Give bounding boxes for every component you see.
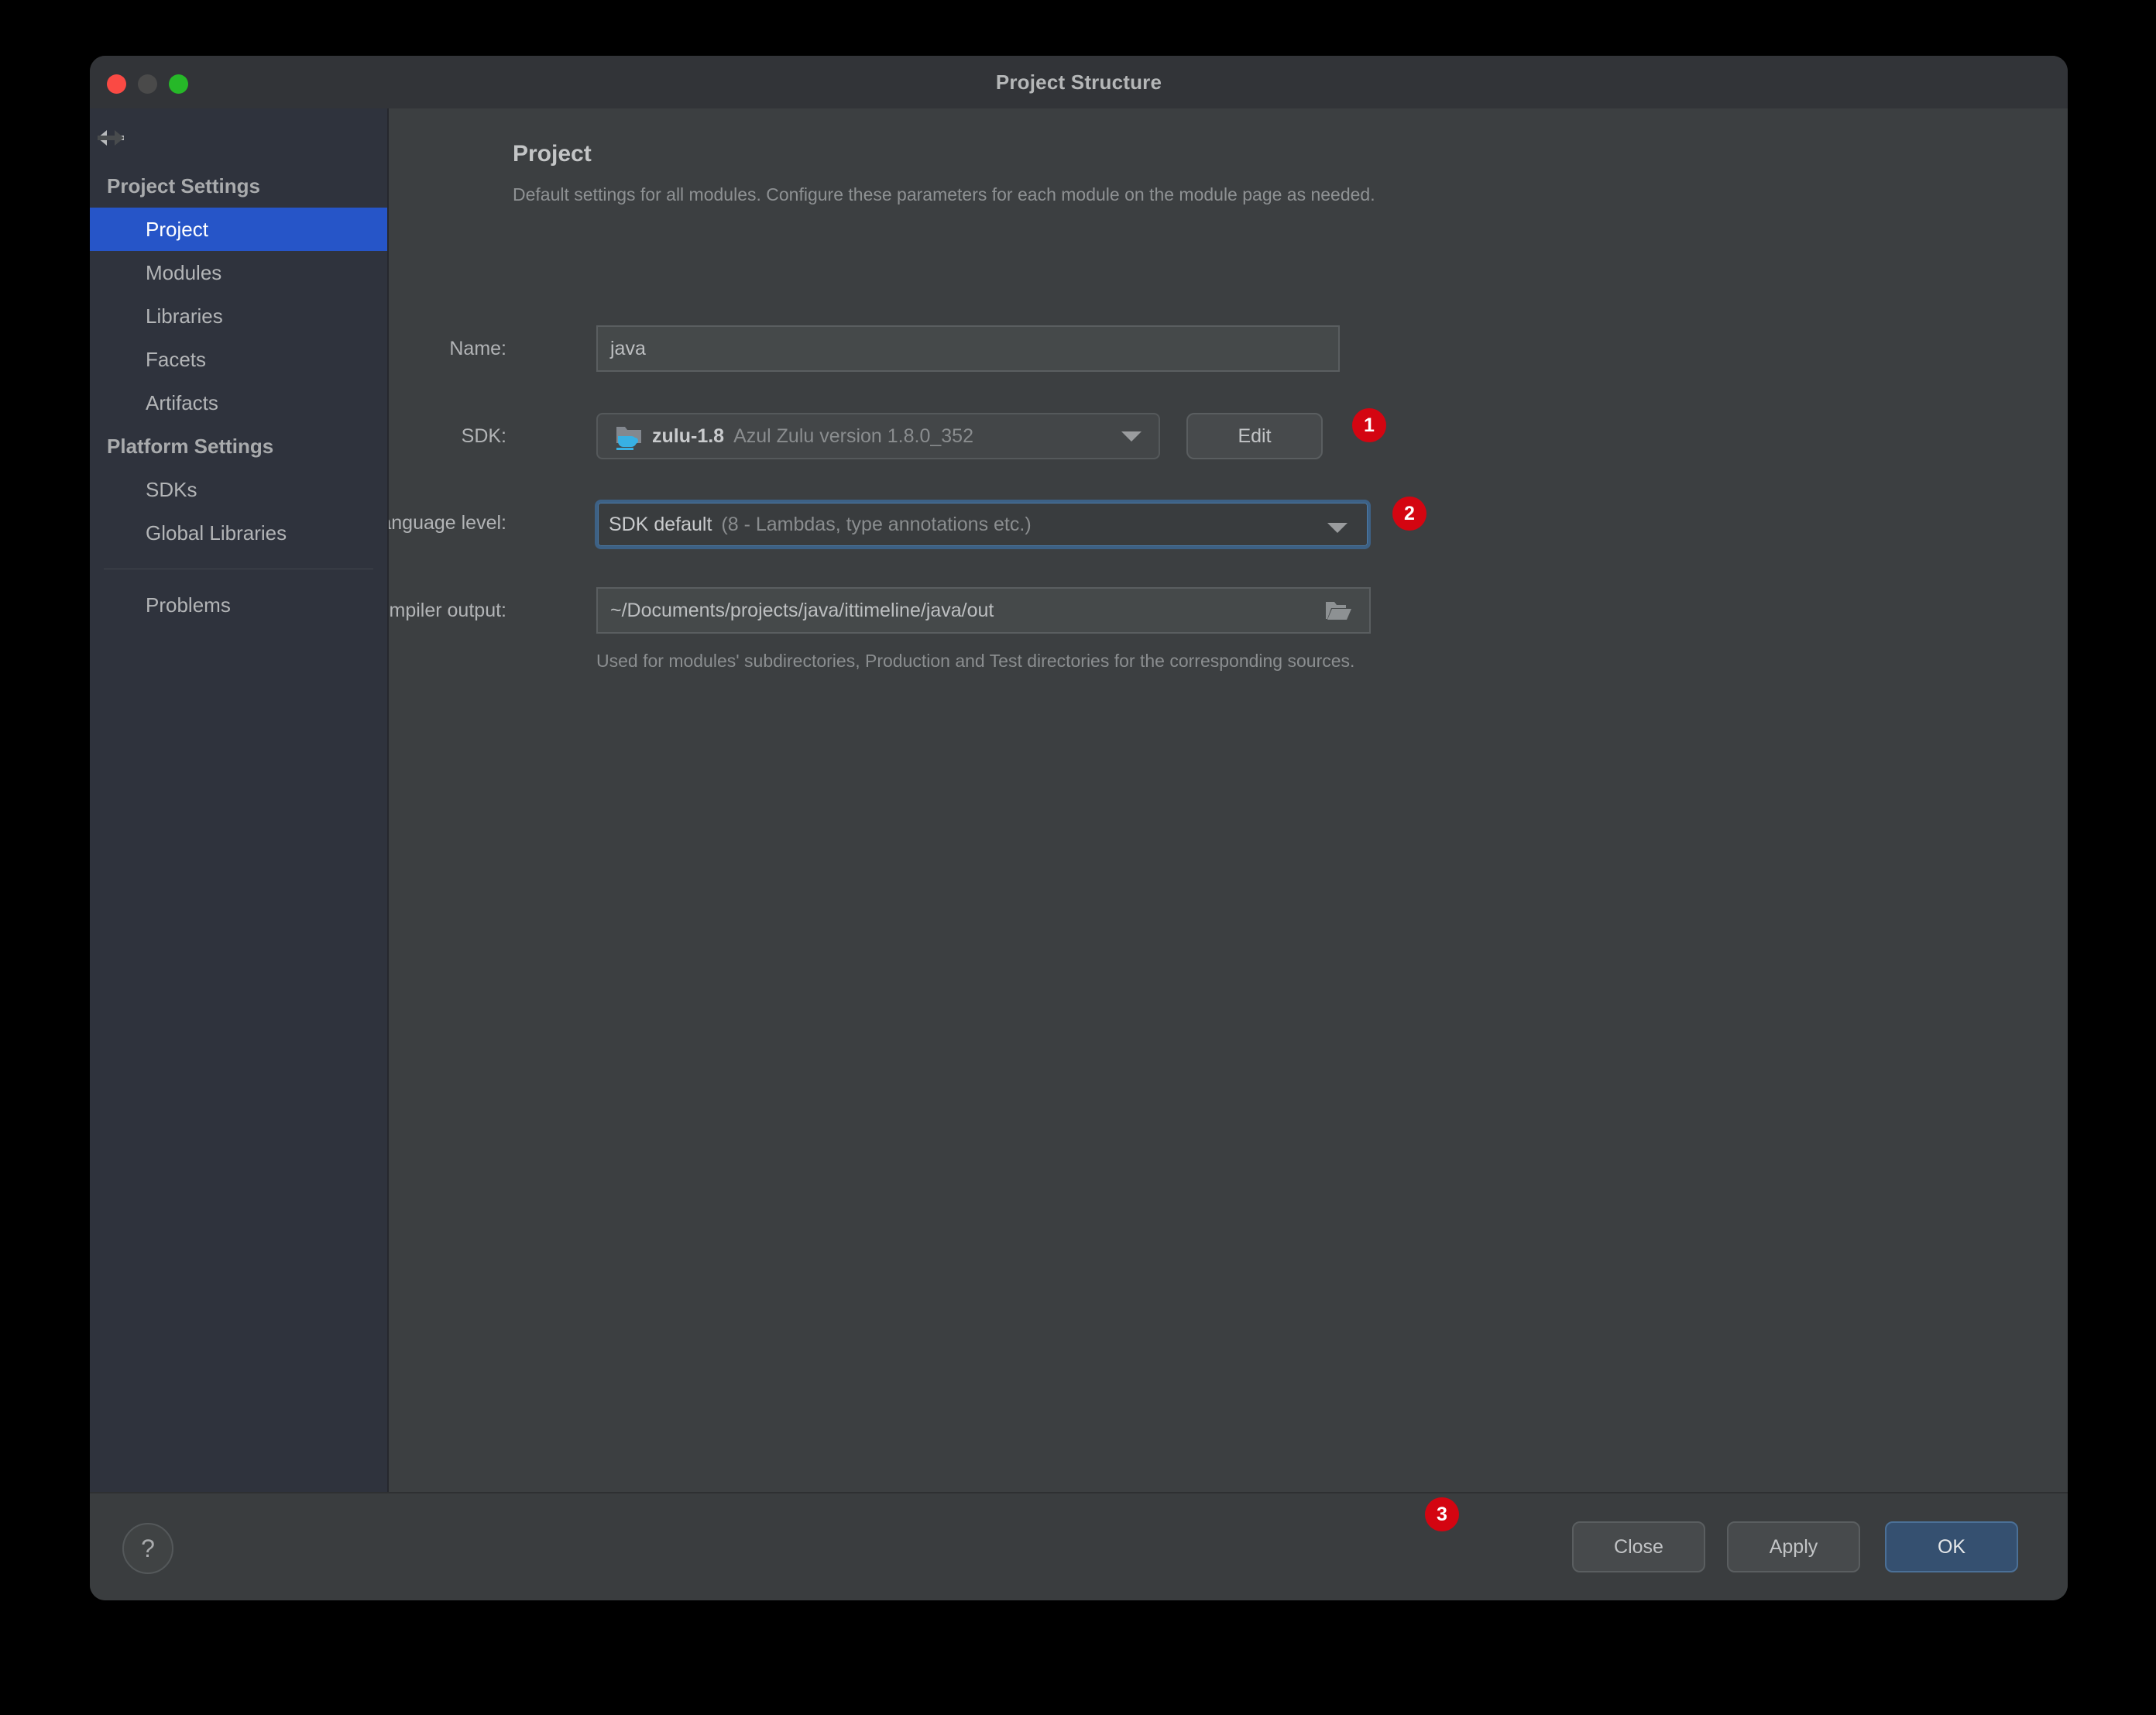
- ok-button-label: OK: [1937, 1535, 1966, 1558]
- folder-open-icon[interactable]: [1324, 599, 1352, 622]
- close-button-label: Close: [1614, 1535, 1663, 1558]
- compiler-output-helper: Used for modules' subdirectories, Produc…: [596, 651, 1355, 671]
- apply-button[interactable]: Apply: [1727, 1521, 1860, 1572]
- apply-button-label: Apply: [1769, 1535, 1818, 1558]
- sdk-detail: Azul Zulu version 1.8.0_352: [733, 424, 973, 447]
- sidebar-item-facets[interactable]: Facets: [90, 338, 387, 381]
- annotation-badge-2: 2: [1392, 497, 1426, 531]
- sidebar-group-project-settings: Project Settings: [107, 174, 260, 198]
- project-structure-window: Project Structure Project Settings Proje…: [90, 56, 2068, 1600]
- language-level-row: Language level: SDK default (8 - Lambdas…: [389, 497, 2068, 549]
- sdk-edit-button[interactable]: Edit: [1186, 413, 1323, 459]
- sdk-row: SDK: zulu-1.8 Azul Zulu version 1.8.0_35…: [389, 408, 2068, 459]
- ok-button[interactable]: OK: [1885, 1521, 2018, 1572]
- chevron-down-icon: [1327, 523, 1348, 533]
- compiler-output-value: ~/Documents/projects/java/ittimeline/jav…: [610, 599, 994, 621]
- settings-sidebar: Project Settings Project Modules Librari…: [90, 108, 389, 1493]
- name-input-value: java: [610, 337, 646, 359]
- compiler-output-label: Compiler output:: [389, 600, 506, 621]
- java-sdk-folder-icon: [613, 421, 644, 452]
- window-titlebar: Project Structure: [90, 56, 2068, 108]
- language-level-combo[interactable]: SDK default (8 - Lambdas, type annotatio…: [595, 500, 1371, 549]
- window-title: Project Structure: [995, 70, 1162, 94]
- annotation-badge-1: 1: [1352, 408, 1386, 442]
- sidebar-item-problems[interactable]: Problems: [90, 583, 387, 627]
- compiler-output-row: Compiler output: ~/Documents/projects/ja…: [389, 587, 2068, 634]
- sidebar-item-artifacts[interactable]: Artifacts: [90, 381, 387, 424]
- language-level-label: Language level:: [389, 512, 506, 534]
- close-button[interactable]: Close: [1572, 1521, 1705, 1572]
- page-subtitle: Default settings for all modules. Config…: [513, 184, 1375, 204]
- sdk-name: zulu-1.8: [652, 424, 725, 447]
- name-label: Name:: [449, 338, 506, 359]
- language-level-value: SDK default: [609, 513, 712, 535]
- sdk-combo[interactable]: zulu-1.8 Azul Zulu version 1.8.0_352: [596, 413, 1160, 459]
- sidebar-item-global-libraries[interactable]: Global Libraries: [90, 511, 387, 555]
- arrow-right-icon: [95, 127, 126, 149]
- dialog-footer: ? Close Apply OK: [90, 1492, 2068, 1600]
- sdk-edit-label: Edit: [1238, 424, 1272, 447]
- question-mark-icon: ?: [141, 1534, 155, 1562]
- name-input[interactable]: java: [596, 325, 1340, 372]
- language-level-detail: (8 - Lambdas, type annotations etc.): [721, 513, 1032, 535]
- project-settings-panel: Project Default settings for all modules…: [389, 108, 2068, 1493]
- sidebar-item-modules[interactable]: Modules: [90, 251, 387, 294]
- sidebar-item-project[interactable]: Project: [90, 208, 387, 251]
- sidebar-item-libraries[interactable]: Libraries: [90, 294, 387, 338]
- forward-button[interactable]: [90, 122, 132, 153]
- sdk-label: SDK:: [461, 425, 506, 447]
- compiler-output-input[interactable]: ~/Documents/projects/java/ittimeline/jav…: [596, 587, 1371, 634]
- sidebar-item-sdks[interactable]: SDKs: [90, 468, 387, 511]
- annotation-badge-3: 3: [1425, 1497, 1459, 1531]
- name-row: Name: java: [389, 325, 2068, 372]
- sidebar-navigation: [90, 108, 387, 164]
- sidebar-group-platform-settings: Platform Settings: [107, 435, 274, 458]
- help-button[interactable]: ?: [122, 1523, 173, 1574]
- page-title: Project: [513, 141, 592, 167]
- chevron-down-icon: [1121, 431, 1142, 442]
